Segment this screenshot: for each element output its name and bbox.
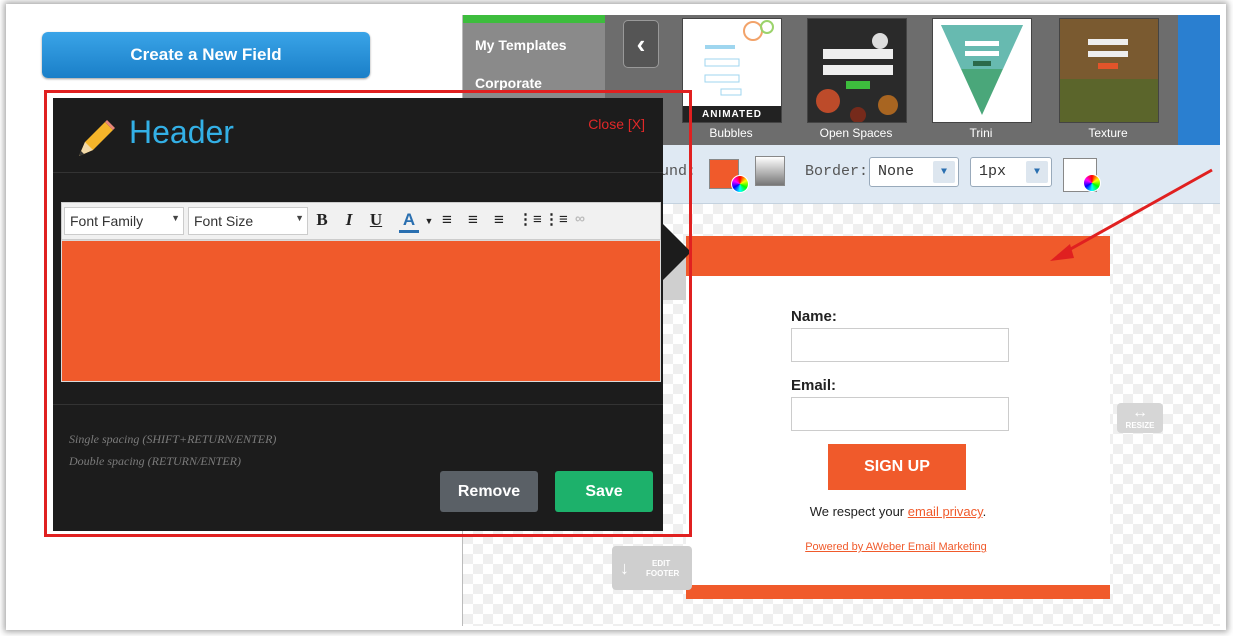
gallery-back-button[interactable]: ‹ — [623, 20, 659, 68]
sidebar-item-my-templates[interactable]: My Templates — [475, 37, 567, 53]
template-thumb-texture[interactable] — [1059, 18, 1159, 123]
trini-preview — [941, 25, 1023, 115]
border-width-value: 1px — [979, 163, 1007, 180]
template-label-texture: Texture — [1088, 126, 1128, 140]
chevron-down-icon: ▼ — [933, 161, 955, 183]
template-label-trini: Trini — [969, 126, 993, 140]
arrow-down-icon: ↓ — [620, 558, 629, 578]
privacy-end: . — [982, 504, 987, 519]
animated-badge: ANIMATED — [683, 106, 781, 122]
edit-footer-label-2: FOOTER — [646, 569, 680, 578]
border-style-select[interactable]: None ▼ — [869, 157, 959, 187]
resize-control[interactable]: ↔ RESIZE — [1117, 403, 1163, 433]
border-label: Border: — [805, 163, 869, 180]
powered-by-link[interactable]: Powered by AWeber Email Marketing — [796, 540, 996, 555]
next-template-edge[interactable] — [1178, 15, 1220, 145]
name-field[interactable] — [791, 328, 1009, 362]
template-thumb-bubbles[interactable]: ANIMATED — [682, 18, 782, 123]
border-style-value: None — [878, 163, 915, 180]
texture-preview — [1060, 19, 1158, 122]
template-thumb-open-spaces[interactable] — [807, 18, 907, 123]
open-spaces-preview — [816, 33, 898, 122]
template-label-open-spaces: Open Spaces — [819, 126, 893, 140]
signup-form-preview: Name: Email: SIGN UP We respect your ema… — [686, 236, 1110, 599]
edit-footer-label-1: EDIT — [652, 559, 671, 568]
email-label: Email: — [791, 377, 837, 394]
name-label: Name: — [791, 308, 837, 325]
chevron-left-icon: ‹ — [636, 28, 646, 59]
create-new-field-button[interactable]: Create a New Field — [42, 32, 370, 78]
template-thumb-trini[interactable] — [932, 18, 1032, 123]
template-label-bubbles: Bubbles — [709, 126, 753, 140]
edit-footer-control[interactable]: ↓ EDIT FOOTER — [612, 546, 692, 590]
annotation-highlight-box — [44, 90, 692, 537]
privacy-link[interactable]: email privacy — [908, 504, 983, 519]
signup-button[interactable]: SIGN UP — [828, 444, 966, 490]
sidebar-item-corporate[interactable]: Corporate — [475, 75, 542, 91]
annotation-arrow — [1050, 168, 1213, 261]
form-footer-bar — [686, 585, 1110, 599]
privacy-note: We respect your email privacy. — [686, 504, 1110, 519]
color-picker-icon[interactable] — [731, 175, 749, 193]
resize-label: RESIZE — [1125, 421, 1155, 430]
privacy-text: We respect your — [809, 504, 905, 519]
email-field[interactable] — [791, 397, 1009, 431]
sidebar-accent-bar — [463, 15, 605, 23]
gradient-swatch[interactable] — [755, 156, 785, 186]
resize-arrows-icon: ↔ — [1132, 404, 1148, 421]
